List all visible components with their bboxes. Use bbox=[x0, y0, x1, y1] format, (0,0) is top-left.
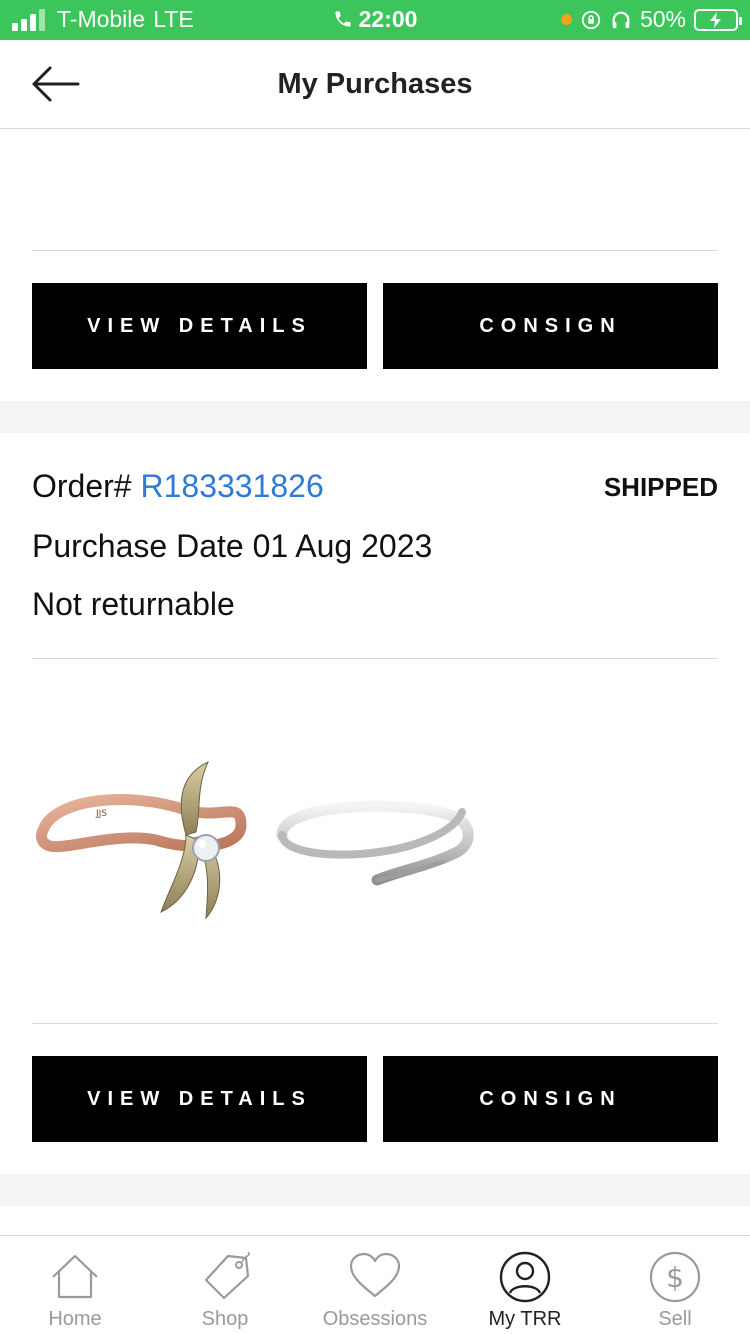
home-icon bbox=[52, 1254, 98, 1299]
tab-label-home: Home bbox=[48, 1308, 102, 1330]
clock: 22:00 bbox=[358, 6, 418, 32]
tab-label-shop: Shop bbox=[201, 1308, 249, 1330]
heart-icon bbox=[349, 1252, 401, 1298]
product-image-white-gold-ring[interactable] bbox=[272, 740, 478, 930]
divider bbox=[32, 250, 718, 251]
battery-icon bbox=[694, 8, 742, 31]
view-details-button[interactable]: VIEW DETAILS bbox=[32, 283, 367, 369]
rotation-lock-icon bbox=[581, 10, 601, 29]
product-image-rose-gold-ring[interactable]: JJS bbox=[36, 740, 248, 930]
tab-label-obsessions: Obsessions bbox=[322, 1308, 428, 1330]
tab-shop[interactable]: Shop bbox=[150, 1236, 300, 1334]
headphones-icon bbox=[612, 11, 630, 28]
svg-text:$: $ bbox=[666, 1261, 684, 1294]
dollar-icon: $ bbox=[649, 1251, 701, 1303]
tab-sell[interactable]: $ Sell bbox=[600, 1236, 750, 1334]
tab-label-my-trr: My TRR bbox=[488, 1308, 562, 1330]
tab-obsessions[interactable]: Obsessions bbox=[300, 1236, 450, 1334]
order-status-badge: SHIPPED bbox=[603, 472, 718, 502]
page-title: My Purchases bbox=[277, 68, 473, 100]
status-bar: T-Mobile LTE 22:00 50% bbox=[0, 0, 750, 40]
section-separator bbox=[0, 1174, 750, 1206]
divider bbox=[32, 658, 718, 659]
consign-button[interactable]: CONSIGN bbox=[383, 1056, 718, 1142]
tab-home[interactable]: Home bbox=[0, 1236, 150, 1334]
tag-icon bbox=[204, 1251, 251, 1300]
view-details-button[interactable]: VIEW DETAILS bbox=[32, 1056, 367, 1142]
user-icon bbox=[499, 1251, 551, 1303]
order-number-link[interactable]: R183331826 bbox=[140, 468, 323, 504]
order-label: Order# bbox=[32, 468, 132, 504]
divider bbox=[32, 1023, 718, 1024]
phone-icon bbox=[335, 11, 351, 27]
consign-button[interactable]: CONSIGN bbox=[383, 283, 718, 369]
return-policy: Not returnable bbox=[32, 586, 235, 622]
section-separator bbox=[0, 401, 750, 433]
nav-header: My Purchases bbox=[0, 40, 750, 129]
tab-my-trr[interactable]: My TRR bbox=[450, 1236, 600, 1334]
recording-dot-icon bbox=[560, 14, 572, 25]
battery-percent: 50% bbox=[639, 6, 686, 32]
purchase-date: Purchase Date 01 Aug 2023 bbox=[32, 528, 433, 564]
tab-label-sell: Sell bbox=[658, 1308, 692, 1330]
svg-text:JJS: JJS bbox=[95, 809, 107, 819]
bottom-tab-bar: Home Shop Obsessions My TRR $ Sell bbox=[0, 1235, 750, 1334]
order-number-line: Order# R183331826 bbox=[32, 468, 324, 505]
